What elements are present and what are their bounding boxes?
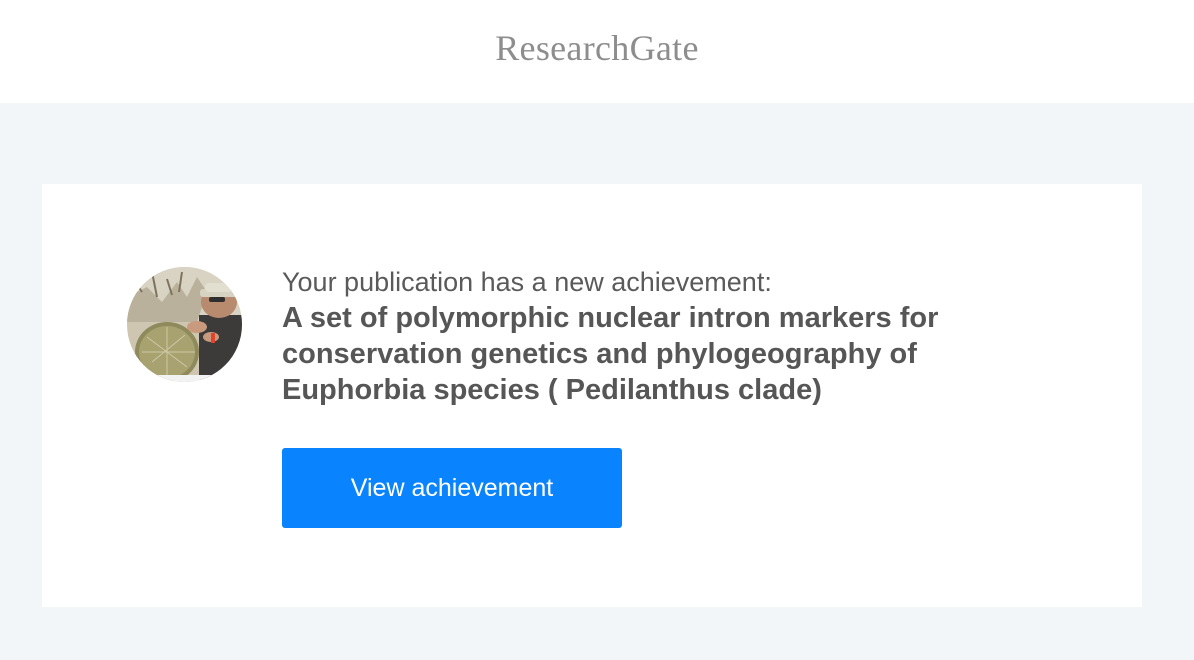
notification-content: Your publication has a new achievement: … bbox=[282, 264, 1042, 528]
author-photo bbox=[127, 267, 242, 382]
view-achievement-button[interactable]: View achievement bbox=[282, 448, 622, 528]
achievement-card: Your publication has a new achievement: … bbox=[42, 184, 1142, 607]
researchgate-logo[interactable]: ResearchGate bbox=[0, 27, 1194, 69]
author-avatar bbox=[127, 267, 242, 382]
achievement-intro: Your publication has a new achievement: bbox=[282, 267, 772, 297]
publication-title[interactable]: A set of polymorphic nuclear intron mark… bbox=[282, 300, 1022, 408]
email-header: ResearchGate bbox=[0, 0, 1194, 103]
